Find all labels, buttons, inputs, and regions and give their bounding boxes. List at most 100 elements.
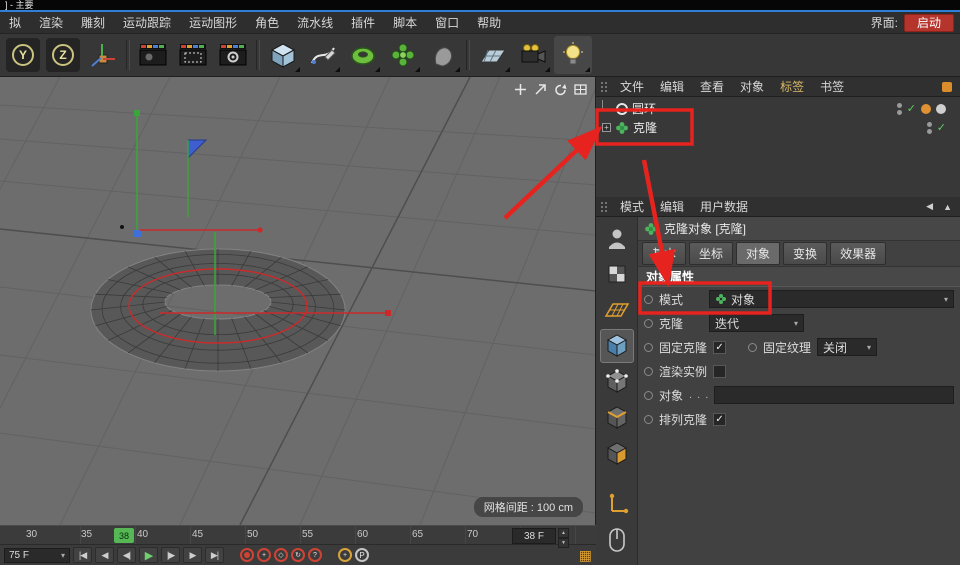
- current-frame-field[interactable]: 38 F: [512, 528, 556, 544]
- record-scale-button[interactable]: ◇: [274, 548, 288, 562]
- edge-mode-icon[interactable]: [600, 401, 634, 435]
- keyframe-dot-icon[interactable]: [748, 343, 757, 352]
- object-row-circle[interactable]: 圆环 ✓: [596, 99, 960, 118]
- menu-mograph[interactable]: 运动图形: [180, 12, 246, 34]
- menu-window[interactable]: 窗口: [426, 12, 468, 34]
- timeline-playhead[interactable]: 38: [114, 528, 134, 543]
- menu-simulate[interactable]: 拟: [0, 12, 30, 34]
- arrange-clone-checkbox[interactable]: ✓: [713, 413, 726, 426]
- mograph-cloner-button[interactable]: [384, 36, 422, 74]
- history-back-icon[interactable]: ◀: [926, 201, 933, 212]
- workplane-mode-icon[interactable]: [600, 293, 634, 327]
- render-settings-button[interactable]: [214, 36, 252, 74]
- play-button[interactable]: ▶: [139, 547, 158, 563]
- object-mode-icon[interactable]: [600, 329, 634, 363]
- fix-texture-dropdown[interactable]: 关闭 ▾: [817, 338, 877, 356]
- visibility-dots[interactable]: [927, 122, 932, 134]
- coordinate-system-icon[interactable]: [84, 36, 122, 74]
- panel-grip-icon[interactable]: [600, 81, 608, 93]
- keyframe-dot-icon[interactable]: [644, 367, 653, 376]
- point-mode-icon[interactable]: [600, 365, 634, 399]
- texture-mode-icon[interactable]: [600, 257, 634, 291]
- expander-icon[interactable]: +: [602, 123, 611, 132]
- viewport-toggle-icon[interactable]: [574, 83, 587, 96]
- clone-mode-dropdown[interactable]: 迭代 ▾: [709, 314, 804, 332]
- phong-tag-icon[interactable]: [936, 104, 946, 114]
- goto-end-button[interactable]: ▶|: [205, 547, 224, 563]
- torus-object[interactable]: [91, 249, 345, 371]
- om-menu-tags[interactable]: 标签: [773, 77, 811, 97]
- prev-frame-button[interactable]: ◀|: [117, 547, 136, 563]
- om-menu-file[interactable]: 文件: [613, 77, 651, 97]
- prev-key-button[interactable]: ◀: [95, 547, 114, 563]
- viewport-zoom-icon[interactable]: [534, 83, 547, 96]
- panel-tab-icon[interactable]: [942, 82, 952, 92]
- am-menu-userdata[interactable]: 用户数据: [693, 197, 755, 217]
- visibility-dots[interactable]: [897, 103, 902, 115]
- enable-axis-icon[interactable]: [600, 487, 634, 521]
- floor-environment-button[interactable]: [474, 36, 512, 74]
- subdivision-surface-button[interactable]: [344, 36, 382, 74]
- spinner-up-icon[interactable]: ▲: [558, 528, 569, 538]
- menu-sculpt[interactable]: 雕刻: [72, 12, 114, 34]
- menu-help[interactable]: 帮助: [468, 12, 510, 34]
- max-frame-field[interactable]: 75 F ▾: [4, 548, 70, 563]
- om-menu-view[interactable]: 查看: [693, 77, 731, 97]
- timeline-ruler[interactable]: 30 35 40 45 50 55 60 65 70 38 38 F ▲ ▼: [0, 525, 596, 545]
- record-parameter-button[interactable]: ?: [308, 548, 322, 562]
- tab-coordinates[interactable]: 坐标: [689, 242, 733, 265]
- tab-transform[interactable]: 变换: [783, 242, 827, 265]
- record-keyframe-button[interactable]: [240, 548, 254, 562]
- light-button[interactable]: [554, 36, 592, 74]
- menu-motion-tracking[interactable]: 运动跟踪: [114, 12, 180, 34]
- keyframe-presets-icon[interactable]: ▦: [579, 548, 592, 562]
- spinner-down-icon[interactable]: ▼: [558, 538, 569, 548]
- tab-effectors[interactable]: 效果器: [830, 242, 886, 265]
- om-menu-edit[interactable]: 编辑: [653, 77, 691, 97]
- menu-character[interactable]: 角色: [246, 12, 288, 34]
- add-cube-button[interactable]: [264, 36, 302, 74]
- enabled-check-icon[interactable]: ✓: [907, 102, 916, 115]
- camera-button[interactable]: [514, 36, 552, 74]
- keyframe-dot-icon[interactable]: [644, 319, 653, 328]
- om-menu-bookmarks[interactable]: 书签: [813, 77, 851, 97]
- next-frame-button[interactable]: |▶: [161, 547, 180, 563]
- keyframe-dot-icon[interactable]: [644, 391, 653, 400]
- menu-script[interactable]: 脚本: [384, 12, 426, 34]
- panel-up-icon[interactable]: ▲: [943, 202, 952, 212]
- record-pla-button[interactable]: P: [355, 548, 369, 562]
- panel-grip-icon[interactable]: [600, 201, 608, 213]
- polygon-mode-icon[interactable]: [600, 437, 634, 471]
- spline-pen-button[interactable]: [304, 36, 342, 74]
- render-to-picture-viewer-button[interactable]: [174, 36, 212, 74]
- interface-layout-button[interactable]: 启动: [904, 14, 954, 32]
- viewport-pan-icon[interactable]: [514, 83, 527, 96]
- null-axis-gizmo[interactable]: [120, 110, 263, 237]
- autokey-button[interactable]: +: [338, 548, 352, 562]
- menu-render[interactable]: 渲染: [30, 12, 72, 34]
- record-position-button[interactable]: +: [257, 548, 271, 562]
- axis-z-button[interactable]: Z: [44, 36, 82, 74]
- frame-spinner[interactable]: ▲ ▼: [558, 528, 569, 544]
- record-rotation-button[interactable]: ↻: [291, 548, 305, 562]
- keyframe-dot-icon[interactable]: [644, 343, 653, 352]
- object-row-cloner[interactable]: + 克隆 ✓: [596, 118, 960, 137]
- tab-object[interactable]: 对象: [736, 242, 780, 265]
- object-link-field[interactable]: [714, 386, 954, 404]
- viewport-rotate-icon[interactable]: [554, 83, 567, 96]
- om-menu-object[interactable]: 对象: [733, 77, 771, 97]
- render-view-button[interactable]: [134, 36, 172, 74]
- axis-y-button[interactable]: Y: [4, 36, 42, 74]
- am-menu-mode[interactable]: 模式: [613, 197, 651, 217]
- make-editable-icon[interactable]: [600, 221, 634, 255]
- goto-start-button[interactable]: |◀: [73, 547, 92, 563]
- object-name[interactable]: 克隆: [633, 119, 657, 136]
- deformer-button[interactable]: [424, 36, 462, 74]
- tab-basic[interactable]: 基本: [642, 242, 686, 265]
- viewport-solo-icon[interactable]: [600, 523, 634, 557]
- menu-plugins[interactable]: 插件: [342, 12, 384, 34]
- render-instance-checkbox[interactable]: [713, 365, 726, 378]
- keyframe-dot-icon[interactable]: [644, 295, 653, 304]
- enabled-check-icon[interactable]: ✓: [937, 121, 946, 134]
- menu-pipeline[interactable]: 流水线: [288, 12, 342, 34]
